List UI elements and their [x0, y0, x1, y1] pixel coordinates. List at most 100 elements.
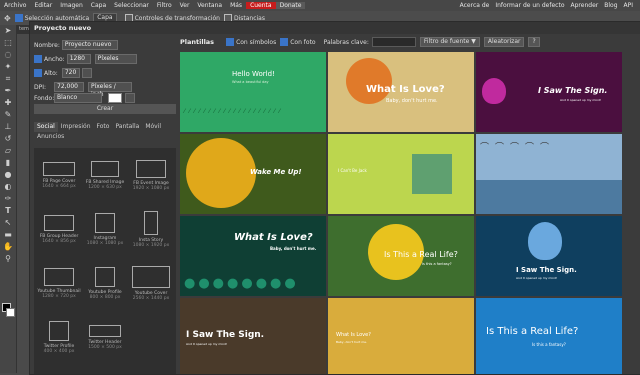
preset-shape — [49, 321, 69, 341]
name-input[interactable]: Proyecto nuevo — [61, 40, 118, 50]
template-card[interactable]: What Is Love? Baby, don't hurt me. — [328, 52, 474, 132]
history-brush-tool-icon[interactable]: ↺ — [0, 133, 16, 145]
color-swatches[interactable] — [2, 303, 15, 317]
marquee-tool-icon[interactable]: ⬚ — [0, 37, 16, 49]
preset-list: FB Page Cover 1640 × 664 px FB Shared Im… — [34, 148, 176, 374]
preset-twitter-header[interactable]: Twitter Header 1500 × 500 px — [82, 316, 128, 370]
blur-tool-icon[interactable]: ● — [0, 169, 16, 181]
crop-tool-icon[interactable]: ⌗ — [0, 73, 16, 85]
leaf-pattern-icon: ⁄⁄⁄⁄⁄⁄⁄⁄⁄⁄⁄⁄⁄⁄⁄⁄⁄⁄⁄⁄ — [184, 108, 285, 115]
create-button[interactable]: Crear — [34, 104, 176, 114]
preset-shape — [132, 266, 170, 288]
menu-capa[interactable]: Capa — [87, 2, 110, 9]
preset-twitter-profile[interactable]: Twitter Profile 400 × 400 px — [36, 316, 82, 370]
menu-seleccionar[interactable]: Seleccionar — [110, 2, 153, 9]
preset-size: 1280 × 720 px — [42, 294, 76, 299]
menu-cuenta[interactable]: Cuenta — [246, 2, 276, 9]
preset-youtube-cover[interactable]: Youtube Cover 2560 × 1440 px — [128, 262, 174, 316]
lasso-tool-icon[interactable]: ◌ — [0, 49, 16, 61]
menu-filtro[interactable]: Filtro — [153, 2, 176, 9]
preset-fb-group-header[interactable]: FB Group Header 1640 × 856 px — [36, 208, 82, 262]
menu-mas[interactable]: Más — [226, 2, 246, 9]
preset-fb-page-cover[interactable]: FB Page Cover 1640 × 664 px — [36, 154, 82, 208]
hand-tool-icon[interactable]: ✋ — [0, 241, 16, 253]
path-select-tool-icon[interactable]: ↖ — [0, 217, 16, 229]
link-api[interactable]: API — [621, 2, 637, 9]
preset-shape — [95, 213, 115, 233]
pen-tool-icon[interactable]: ✑ — [0, 193, 16, 205]
background-color[interactable] — [6, 308, 15, 317]
tab-movil[interactable]: Móvil — [142, 122, 164, 132]
eraser-tool-icon[interactable]: ▱ — [0, 145, 16, 157]
template-card[interactable]: What Is Love? Baby, don't hurt me. ●●●●●… — [180, 216, 326, 296]
bg-select[interactable]: Blanco — [54, 93, 102, 103]
dpi-unit-select[interactable]: Píxeles / inch — [88, 82, 132, 98]
preset-insta-story[interactable]: Insta Story 1080 × 1920 px — [128, 208, 174, 262]
template-card[interactable]: Hello World! What a beautiful day ⁄⁄⁄⁄⁄⁄… — [180, 52, 326, 132]
template-card[interactable]: ⌒⌒⌒⌒⌒ — [476, 134, 622, 214]
auto-select-checkbox[interactable] — [14, 14, 23, 22]
dodge-tool-icon[interactable]: ◐ — [0, 181, 16, 193]
heal-tool-icon[interactable]: ✚ — [0, 97, 16, 109]
type-tool-icon[interactable]: T — [0, 205, 16, 217]
template-card[interactable]: I Saw The Sign. And it opened up my mind… — [180, 298, 326, 374]
wand-tool-icon[interactable]: ✦ — [0, 61, 16, 73]
dpi-label: DPI: — [34, 83, 47, 91]
template-card[interactable]: I Saw The Sign. And it opened up my mind… — [476, 52, 622, 132]
shape-tool-icon[interactable]: ▬ — [0, 229, 16, 241]
width-row: Ancho: 1280 Píxeles — [34, 54, 137, 64]
preset-youtube-thumbnail[interactable]: Youtube Thumbnail 1280 × 720 px — [36, 262, 82, 316]
menu-donate[interactable]: Donate — [275, 2, 306, 9]
randomize-button[interactable]: Aleatorizar — [483, 37, 525, 47]
template-card[interactable]: Wake Me Up! — [180, 134, 326, 214]
help-button[interactable]: ? — [528, 37, 540, 47]
template-card[interactable]: Is This a Real Life? Is this a fantasy? — [328, 216, 474, 296]
with-photo-checkbox[interactable] — [280, 38, 289, 46]
link-informar[interactable]: Informar de un defecto — [492, 2, 567, 9]
unit-select[interactable]: Píxeles — [94, 54, 137, 64]
tab-pantalla[interactable]: Pantalla — [112, 122, 142, 132]
link-dimensions-icon[interactable] — [34, 55, 42, 63]
tab-foto[interactable]: Foto — [94, 122, 113, 132]
menu-archivo[interactable]: Archivo — [0, 2, 30, 9]
template-card[interactable]: What Is Love? Baby, don't hurt me. — [328, 298, 474, 374]
preset-fb-event-image[interactable]: FB Event Image 1920 × 1080 px — [128, 154, 174, 208]
width-input[interactable]: 1280 — [66, 54, 91, 64]
preset-size: 1080 × 1920 px — [132, 243, 170, 248]
link-aprender[interactable]: Aprender — [568, 2, 602, 9]
bg-color-swatch[interactable] — [108, 93, 122, 103]
tab-social[interactable]: Social — [34, 122, 58, 132]
menu-ver[interactable]: Ver — [176, 2, 194, 9]
with-symbols-checkbox[interactable] — [226, 38, 235, 46]
tab-impresion[interactable]: Impresión — [58, 122, 94, 132]
preset-instagram[interactable]: Instagram 1080 × 1080 px — [82, 208, 128, 262]
keywords-input[interactable] — [371, 37, 416, 47]
move-tool-icon[interactable]: ➤ — [0, 25, 16, 37]
new-project-dialog: Proyecto nuevo Nombre: Proyecto nuevo An… — [29, 21, 640, 375]
preset-fb-shared-image[interactable]: FB Shared Image 1200 × 630 px — [82, 154, 128, 208]
eyedropper-tool-icon[interactable]: ✒ — [0, 85, 16, 97]
height-input[interactable]: 720 — [61, 68, 80, 78]
template-card[interactable]: Is This a Real Life? Is this a fantasy? — [476, 298, 622, 374]
link-acerca[interactable]: Acerca de — [457, 2, 493, 9]
dpi-input[interactable]: 72,000 — [54, 82, 84, 92]
tab-anuncios[interactable]: Anuncios — [34, 132, 67, 142]
move-icon: ✥ — [4, 13, 11, 23]
brush-tool-icon[interactable]: ✎ — [0, 109, 16, 121]
font-filter-dropdown[interactable]: Filtro de fuente ▼ — [419, 37, 480, 47]
zoom-tool-icon[interactable]: ⚲ — [0, 253, 16, 265]
stamp-tool-icon[interactable]: ⊥ — [0, 121, 16, 133]
menu-ventana[interactable]: Ventana — [193, 2, 226, 9]
fill-tool-icon[interactable]: ▮ — [0, 157, 16, 169]
template-subtitle: Is this a fantasy? — [422, 262, 452, 266]
menu-imagen[interactable]: Imagen — [56, 2, 87, 9]
template-card[interactable]: I Can't Be Jack — [328, 134, 474, 214]
link-blog[interactable]: Blog — [601, 2, 620, 9]
link-height-icon[interactable] — [34, 69, 42, 77]
bg-color-dropdown[interactable] — [125, 93, 135, 103]
preset-size: 800 × 800 px — [89, 295, 121, 300]
preset-youtube-profile[interactable]: Youtube Profile 800 × 800 px — [82, 262, 128, 316]
menu-editar[interactable]: Editar — [30, 2, 56, 9]
template-card[interactable]: I Saw The Sign. And it opened up my mind… — [476, 216, 622, 296]
height-unit-select[interactable] — [81, 68, 92, 78]
